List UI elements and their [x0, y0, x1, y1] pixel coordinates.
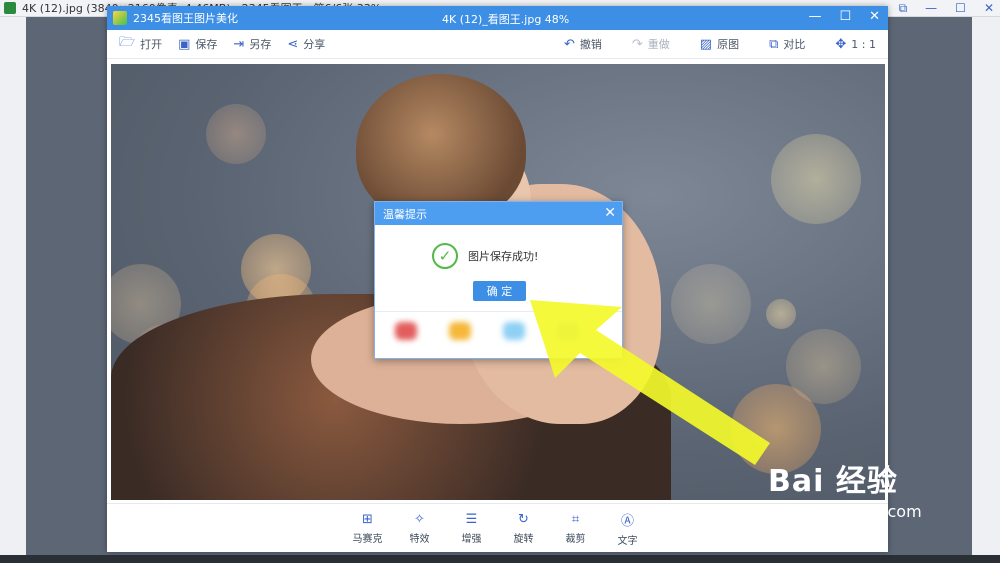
image-icon: ▨ [699, 36, 713, 52]
rotate-label: 旋转 [513, 533, 534, 545]
save-success-dialog: 温馨提示 ✕ ✓ 图片保存成功! 确 定 [374, 201, 623, 359]
check-circle-icon: ✓ [432, 243, 458, 269]
ratio-button[interactable]: ✥ 1 : 1 [835, 37, 876, 52]
share-qq-icon[interactable] [503, 322, 525, 340]
share-more-icon[interactable] [557, 322, 579, 340]
compare-button[interactable]: ⧉ 对比 [769, 36, 805, 52]
document-title: 4K (12)_看图王.jpg 48% [442, 13, 570, 26]
ratio-label: 1 : 1 [851, 37, 876, 51]
text-button[interactable]: Ⓐ 文字 [613, 510, 643, 547]
compare-icon: ⧉ [769, 36, 779, 52]
outer-left-panel [0, 17, 26, 563]
save-as-button[interactable]: ⇥ 另存 [233, 36, 271, 52]
save-button[interactable]: ▣ 保存 [178, 36, 217, 52]
close-icon[interactable]: ✕ [869, 9, 880, 24]
editor-titlebar: 2345看图王图片美化 4K (12)_看图王.jpg 48% — ☐ ✕ [107, 6, 888, 30]
sliders-icon: ☰ [465, 511, 478, 527]
bokeh-light [771, 134, 861, 224]
restore-icon[interactable]: ⧉ [899, 0, 908, 16]
share-icon: ⋖ [287, 36, 299, 52]
open-label: 打开 [140, 38, 163, 51]
effects-label: 特效 [409, 533, 430, 545]
dialog-titlebar: 温馨提示 ✕ [375, 202, 622, 225]
save-as-icon: ⇥ [233, 36, 245, 52]
outer-right-panel [972, 17, 1000, 563]
mosaic-icon: ⊞ [362, 511, 373, 527]
minimize-icon[interactable]: — [808, 9, 821, 24]
fit-icon: ✥ [835, 36, 847, 52]
undo-button[interactable]: ↶ 撤销 [564, 36, 602, 52]
crop-label: 裁剪 [565, 533, 586, 545]
enhance-label: 增强 [461, 533, 482, 545]
crop-button[interactable]: ⌗ 裁剪 [561, 512, 591, 545]
taskbar [0, 555, 1000, 563]
bokeh-light [766, 299, 796, 329]
enhance-button[interactable]: ☰ 增强 [457, 512, 487, 545]
watermark-url: jingyan.baidu.com [774, 502, 922, 521]
watermark: Bai 经验 jingyan.baidu.com [768, 456, 922, 521]
crop-icon: ⌗ [571, 511, 580, 527]
effects-button[interactable]: ✧ 特效 [405, 512, 435, 545]
bokeh-light [786, 329, 861, 404]
maximize-icon[interactable]: ☐ [839, 9, 851, 24]
app-icon [4, 2, 16, 14]
bokeh-light [671, 264, 751, 344]
folder-icon: 🗁 [119, 35, 136, 50]
open-button[interactable]: 🗁 打开 [119, 33, 162, 55]
undo-label: 撤销 [579, 38, 602, 51]
dialog-title: 温馨提示 [383, 207, 427, 221]
share-options [395, 322, 579, 340]
bokeh-light [206, 104, 266, 164]
save-label: 保存 [195, 38, 218, 51]
close-icon[interactable]: ✕ [604, 205, 616, 221]
compare-label: 对比 [783, 38, 806, 51]
dialog-message-row: ✓ 图片保存成功! [432, 243, 538, 269]
toolbar: 🗁 打开 ▣ 保存 ⇥ 另存 ⋖ 分享 ↶ 撤销 ↷ 重做 ▨ 原图 ⧉ 对比 … [107, 30, 888, 59]
minimize-icon[interactable]: — [925, 0, 937, 16]
text-icon: Ⓐ [620, 513, 634, 529]
redo-label: 重做 [647, 38, 670, 51]
share-label: 分享 [303, 38, 326, 51]
mosaic-button[interactable]: ⊞ 马赛克 [353, 512, 383, 545]
text-label: 文字 [617, 535, 638, 547]
watermark-brand: Bai 经验 [768, 456, 922, 500]
watermark-brand-text: Bai 经验 [768, 464, 898, 499]
magic-wand-icon: ✧ [414, 511, 425, 527]
rotate-button[interactable]: ↻ 旋转 [509, 512, 539, 545]
share-qzone-icon[interactable] [449, 322, 471, 340]
redo-button[interactable]: ↷ 重做 [632, 36, 670, 52]
divider [375, 311, 622, 312]
app-name: 2345看图王图片美化 [133, 12, 238, 25]
maximize-icon[interactable]: ☐ [955, 0, 966, 16]
save-icon: ▣ [178, 36, 191, 52]
ok-button[interactable]: 确 定 [473, 281, 526, 301]
app-logo-icon [113, 11, 127, 25]
rotate-icon: ↻ [518, 511, 529, 527]
redo-icon: ↷ [631, 36, 643, 52]
share-button[interactable]: ⋖ 分享 [287, 36, 325, 52]
dialog-message: 图片保存成功! [468, 250, 539, 263]
original-label: 原图 [717, 38, 740, 51]
mosaic-label: 马赛克 [352, 533, 383, 545]
close-icon[interactable]: ✕ [984, 0, 994, 16]
undo-icon: ↶ [563, 36, 575, 52]
save-as-label: 另存 [249, 38, 272, 51]
share-weibo-icon[interactable] [395, 322, 417, 340]
original-button[interactable]: ▨ 原图 [700, 36, 739, 52]
